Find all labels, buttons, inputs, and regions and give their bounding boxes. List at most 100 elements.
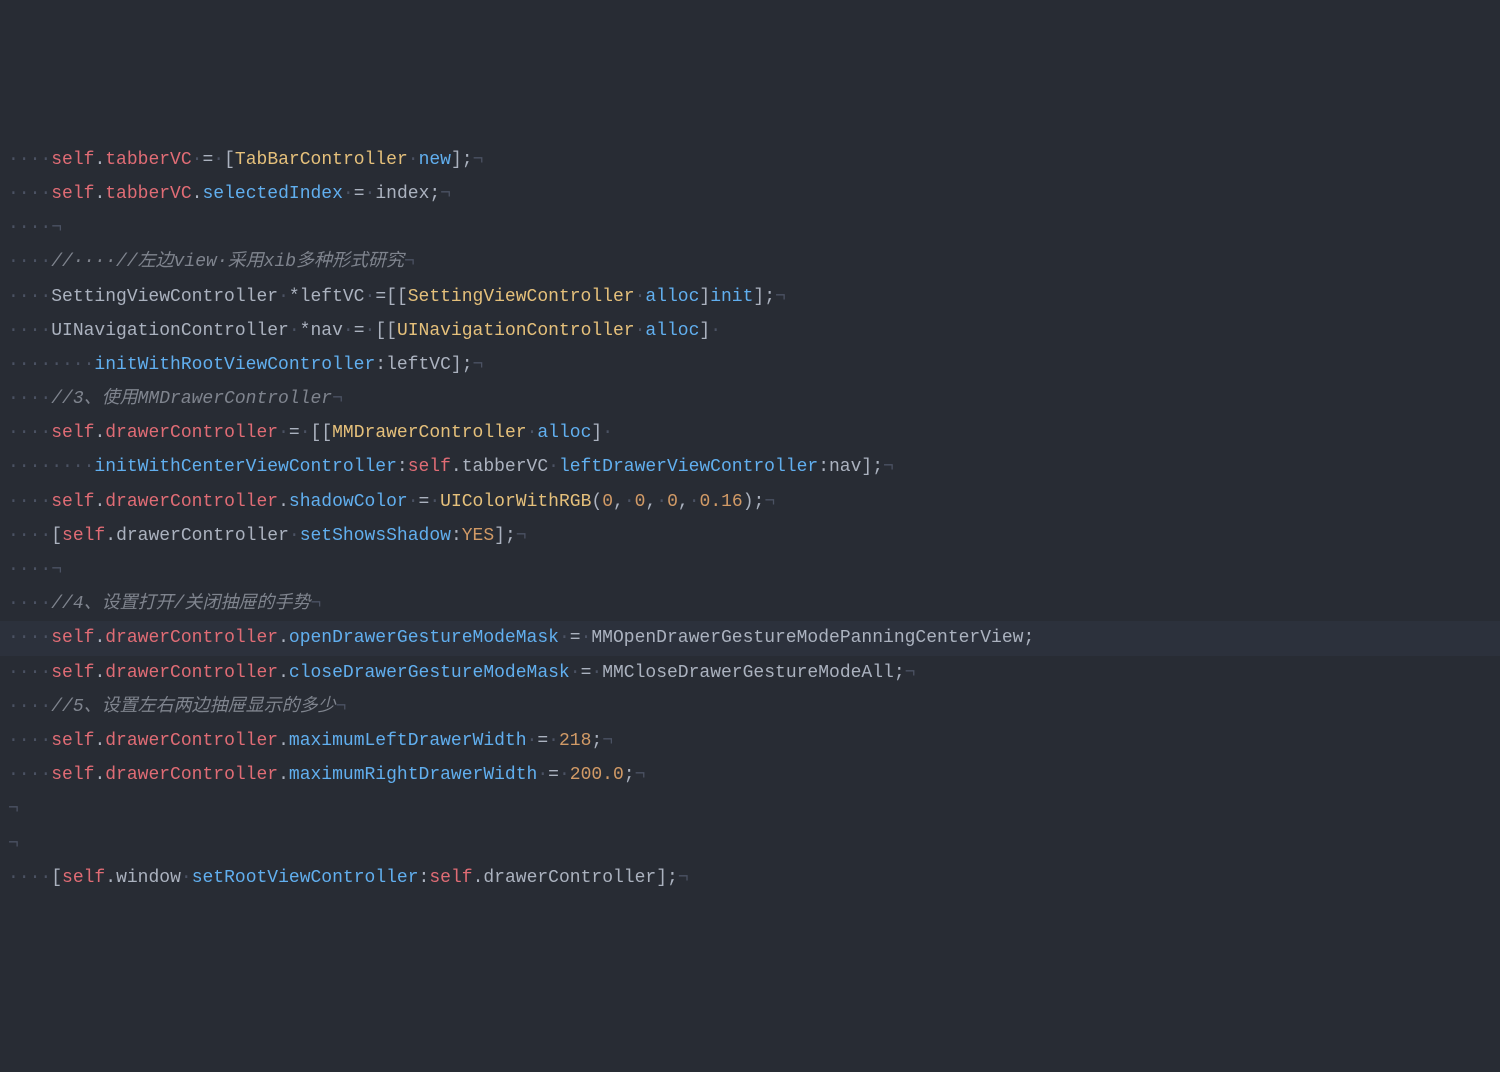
token-punct: . [94,628,105,648]
token-ws: ¬ [440,184,451,204]
token-ws: · [278,423,289,443]
code-line[interactable]: ····//3、使用MMDrawerController¬ [0,382,1500,416]
code-line[interactable]: ····UINavigationController·*nav·=·[[UINa… [0,314,1500,348]
token-property: drawerController [105,628,278,648]
token-punct: = [548,765,559,785]
code-line[interactable]: ····self.drawerController·=·[[MMDrawerCo… [0,416,1500,450]
token-number: 0 [635,492,646,512]
token-ws: ¬ [516,526,527,546]
token-class: UINavigationController [397,321,635,341]
token-ws: · [537,765,548,785]
token-punct: . [94,150,105,170]
token-number: 200.0 [570,765,624,785]
token-ws: · [559,628,570,648]
token-ws: ···· [8,594,51,614]
token-ws: · [408,492,419,512]
token-ident: MMCloseDrawerGestureModeAll; [602,663,904,683]
token-ws: · [548,457,559,477]
token-punct: . [278,765,289,785]
code-line[interactable]: ····¬ [0,211,1500,245]
token-self: self [62,526,105,546]
token-ws: · [635,321,646,341]
token-ws: ¬ [602,731,613,751]
token-ws: ····¬ [8,560,62,580]
code-line[interactable]: ····[self.drawerController·setShowsShado… [0,519,1500,553]
code-line[interactable]: ····SettingViewController·*leftVC·=[[Set… [0,280,1500,314]
token-ws: · [408,150,419,170]
token-method: leftDrawerViewController [559,457,818,477]
token-ws: ···· [8,868,51,888]
code-line[interactable]: ····[self.window·setRootViewController:s… [0,861,1500,895]
token-ws: ¬ [473,355,484,375]
token-punct: . [94,765,105,785]
token-punct: =[[ [375,287,407,307]
token-ws: · [559,765,570,785]
token-comment: //····//左边view·采用xib多种形式研究 [51,252,404,272]
token-ws: ¬ [775,287,786,307]
code-line[interactable]: ¬ [0,792,1500,826]
token-ws: ¬ [678,868,689,888]
token-ident: window [116,868,181,888]
token-ws: ¬ [8,834,19,854]
code-line[interactable]: ····//····//左边view·采用xib多种形式研究¬ [0,245,1500,279]
token-method: maximumLeftDrawerWidth [289,731,527,751]
code-line[interactable]: ····//4、设置打开/关闭抽屉的手势¬ [0,587,1500,621]
token-ws: ····¬ [8,218,62,238]
token-punct: ( [591,492,602,512]
code-editor[interactable]: ····self.tabberVC·=·[TabBarController·ne… [0,143,1500,895]
token-punct: ] [699,287,710,307]
token-class: SettingViewController [408,287,635,307]
code-line[interactable]: ········initWithCenterViewController:sel… [0,450,1500,484]
token-punct: . [473,868,484,888]
token-property: drawerController [105,492,278,512]
code-line[interactable]: ····self.drawerController.shadowColor·=·… [0,485,1500,519]
token-ident: MMOpenDrawerGestureModePanningCenterView… [591,628,1034,648]
token-punct: . [278,492,289,512]
token-class: TabBarController [235,150,408,170]
code-line[interactable]: ····self.drawerController.openDrawerGest… [0,621,1500,655]
token-method: initWithRootViewController [94,355,375,375]
token-ws: ···· [8,389,51,409]
token-ident: drawerController]; [483,868,677,888]
code-line[interactable]: ····¬ [0,553,1500,587]
token-ws: · [656,492,667,512]
token-number: 0.16 [700,492,743,512]
token-property: drawerController [105,663,278,683]
code-line[interactable]: ····self.drawerController.maximumLeftDra… [0,724,1500,758]
token-ws: · [278,287,289,307]
token-ident: UINavigationController [51,321,289,341]
token-method: setShowsShadow [300,526,451,546]
token-punct: [[ [375,321,397,341]
token-punct: ] [699,321,710,341]
token-self: self [51,423,94,443]
token-self: self [429,868,472,888]
code-line[interactable]: ····self.tabberVC·=·[TabBarController·ne… [0,143,1500,177]
token-ws: ···· [8,184,51,204]
token-ws: · [289,526,300,546]
token-self: self [51,731,94,751]
token-ws: · [548,731,559,751]
token-punct: ; [591,731,602,751]
code-line[interactable]: ¬ [0,827,1500,861]
token-ws: ¬ [635,765,646,785]
token-ws: · [181,868,192,888]
code-line[interactable]: ····self.drawerController.closeDrawerGes… [0,656,1500,690]
token-punct: . [278,663,289,683]
token-ws: ¬ [336,697,347,717]
token-method: alloc [645,287,699,307]
token-ws: ···· [8,423,51,443]
token-method: new [419,150,451,170]
token-self: self [408,457,451,477]
token-ws: · [365,184,376,204]
code-line[interactable]: ····//5、设置左右两边抽屉显示的多少¬ [0,690,1500,724]
token-punct: . [105,526,116,546]
token-ident: index; [375,184,440,204]
code-line[interactable]: ····self.tabberVC.selectedIndex·=·index;… [0,177,1500,211]
token-ws: · [570,663,581,683]
token-ws: · [192,150,203,170]
code-line[interactable]: ····self.drawerController.maximumRightDr… [0,758,1500,792]
token-ws: · [602,423,613,443]
token-punct: = [570,628,581,648]
code-line[interactable]: ········initWithRootViewController:leftV… [0,348,1500,382]
token-number: 0 [602,492,613,512]
